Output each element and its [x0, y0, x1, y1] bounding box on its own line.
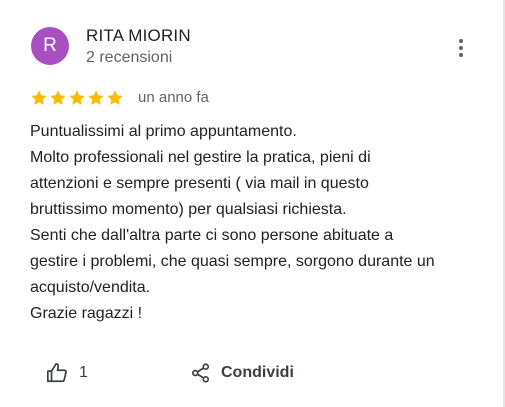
review-text-line: bruttissimo momento) per qualsiasi richi…	[30, 201, 347, 218]
review-text-line: Puntualissimi al primo appuntamento.	[30, 123, 297, 140]
review-text-line: gestire i problemi, che quasi sempre, so…	[30, 253, 435, 270]
thumb-up-icon	[46, 362, 67, 383]
author-name[interactable]: RITA MIORIN	[86, 26, 191, 46]
star-rating	[30, 89, 124, 107]
review-date: un anno fa	[138, 89, 209, 106]
review-text-line: Molto professionali nel gestire la prati…	[30, 149, 371, 166]
more-options-button[interactable]	[452, 37, 470, 59]
share-icon	[191, 363, 210, 383]
review-text-line: Senti che dall'altra parte ci sono perso…	[30, 227, 394, 244]
star-icon	[107, 90, 123, 105]
share-label: Condividi	[221, 364, 294, 381]
star-icon	[69, 90, 85, 105]
share-button[interactable]: Condividi	[190, 361, 294, 385]
star-icon	[88, 90, 104, 105]
avatar[interactable]: R	[31, 27, 69, 65]
star-icon	[50, 90, 66, 105]
like-button[interactable]: 1	[46, 361, 88, 385]
like-count: 1	[79, 364, 88, 381]
author-review-count: 2 recensioni	[86, 49, 173, 66]
review-card: R RITA MIORIN 2 recensioni un anno fa Pu…	[0, 0, 505, 407]
review-text-line: attenzioni e sempre presenti ( via mail …	[30, 175, 369, 192]
more-vert-icon	[459, 39, 463, 57]
star-icon	[31, 90, 47, 105]
review-text-line: acquisto/vendita.	[30, 279, 151, 296]
review-text-line: Grazie ragazzi !	[30, 305, 143, 322]
review-text: Puntualissimi al primo appuntamento. Mol…	[30, 119, 490, 327]
